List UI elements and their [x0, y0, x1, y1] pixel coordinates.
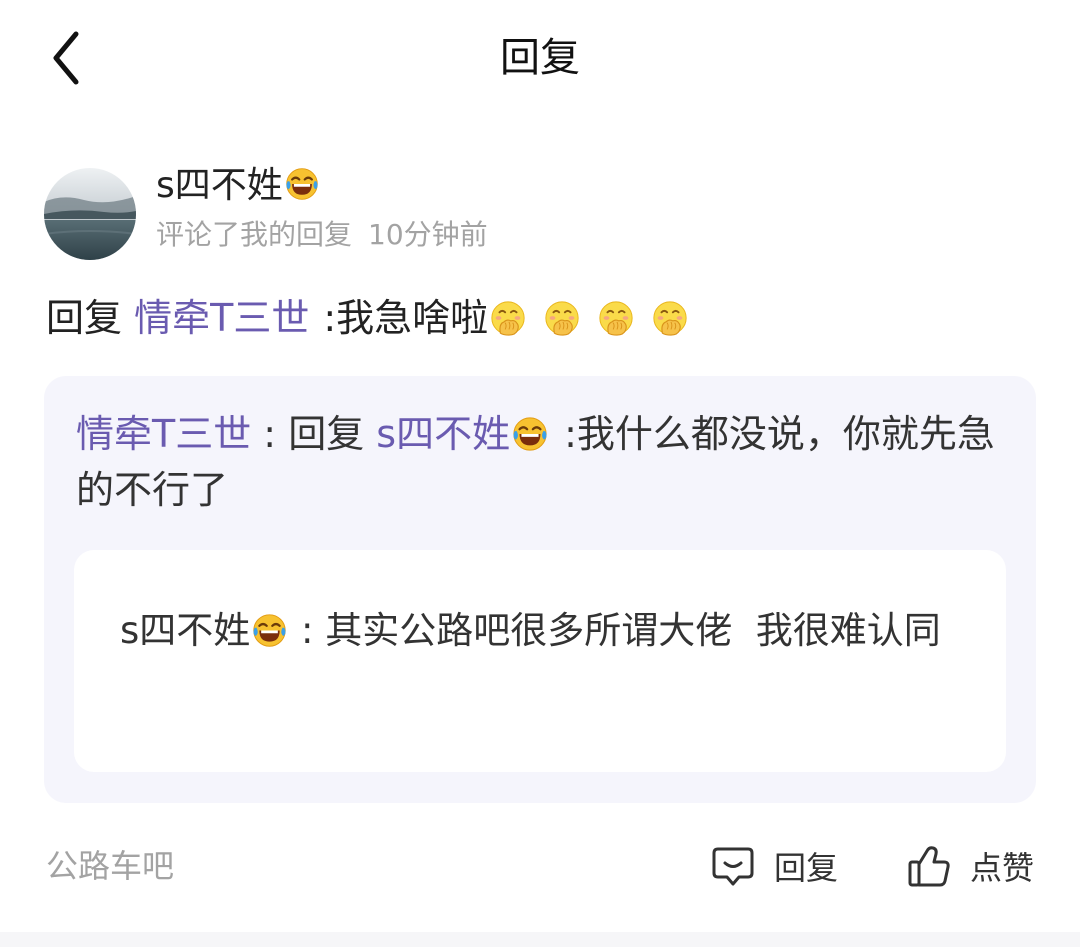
- quoted-reply-prefix: 回复: [288, 412, 365, 456]
- comment-author-name: s四不姓: [156, 165, 283, 206]
- reply-prefix: 回复: [46, 296, 123, 340]
- quoted-reply[interactable]: 情牵T三世 : 回复 s四不姓:我什么都没说，你就先急的不行了 s四不姓 : 其…: [44, 376, 1036, 803]
- shy-face-emoji: [489, 299, 527, 337]
- quoted-reply-to-link[interactable]: s四不姓: [376, 412, 550, 456]
- thumbs-up-icon: [908, 846, 950, 887]
- page-title: 回复: [500, 35, 580, 81]
- reply-to-user-link[interactable]: 情牵T三世: [134, 296, 309, 340]
- like-label: 点赞: [970, 849, 1035, 887]
- forum-source-link[interactable]: 公路车吧: [46, 844, 174, 888]
- bottom-divider: [0, 932, 1080, 947]
- like-button[interactable]: 点赞: [906, 838, 1034, 894]
- comment-time: 10分钟前: [368, 218, 488, 251]
- nested-quote[interactable]: s四不姓 : 其实公路吧很多所谓大佬 我很难认同: [74, 550, 1006, 772]
- reply-label: 回复: [774, 849, 839, 887]
- nested-quote-text: s四不姓 : 其实公路吧很多所谓大佬 我很难认同: [120, 602, 970, 660]
- shy-face-emoji: [543, 299, 581, 337]
- comment-text: :我急啥啦: [323, 296, 489, 340]
- shy-face-emoji: [597, 299, 635, 337]
- nested-quote-body: 其实公路吧很多所谓大佬 我很难认同: [325, 609, 941, 652]
- nested-quote-author[interactable]: s四不姓: [120, 609, 250, 652]
- comment-action: 评论了我的回复: [156, 218, 353, 251]
- laughing-tears-emoji: [284, 166, 320, 202]
- comment-meta: 评论了我的回复 10分钟前: [156, 215, 488, 255]
- nested-quote-separator: :: [289, 609, 326, 652]
- reply-button[interactable]: 回复: [710, 838, 838, 894]
- quoted-reply-text: 情牵T三世 : 回复 s四不姓:我什么都没说，你就先急的不行了: [76, 406, 1011, 518]
- laughing-tears-emoji: [251, 612, 288, 649]
- comment-body: 回复 情牵T三世 :我急啥啦: [46, 290, 690, 346]
- top-bar: 回复: [0, 0, 1080, 118]
- comment-bubble-icon: [712, 847, 754, 886]
- comment-author[interactable]: s四不姓: [156, 162, 321, 210]
- avatar[interactable]: [44, 168, 136, 260]
- laughing-tears-emoji: [511, 415, 549, 453]
- quoted-separator: :: [251, 412, 289, 456]
- quoted-author-link[interactable]: 情牵T三世: [76, 412, 251, 456]
- shy-face-emoji: [651, 299, 689, 337]
